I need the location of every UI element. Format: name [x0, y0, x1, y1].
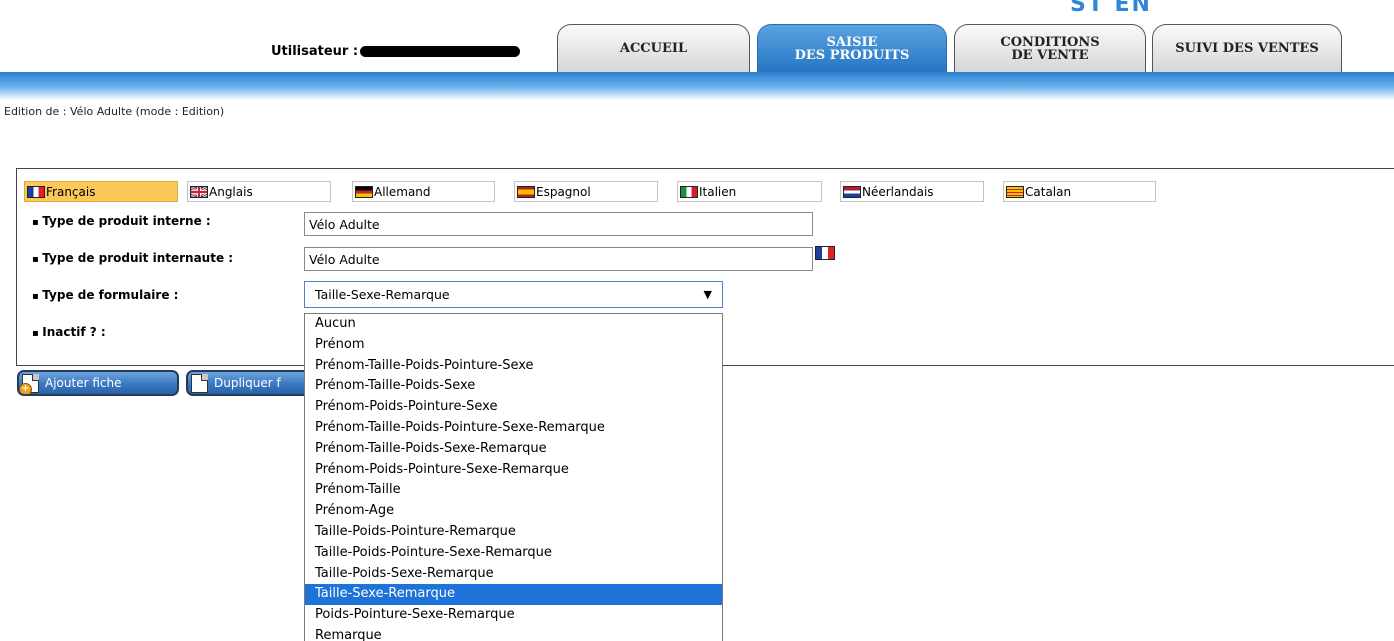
tab-suivi-ventes[interactable]: SUIVI DES VENTES	[1152, 24, 1342, 72]
lang-tab-anglais[interactable]: Anglais	[187, 181, 331, 202]
dropdown-option[interactable]: Prénom-Taille	[305, 480, 722, 501]
dropdown-option[interactable]: Taille-Sexe-Remarque	[305, 584, 722, 606]
duplicate-document-icon	[191, 374, 208, 393]
fr-flag-icon	[27, 185, 45, 198]
dropdown-option[interactable]: Prénom-Taille-Poids-Pointure-Sexe-Remarq…	[305, 418, 722, 439]
dropdown-arrow-icon: ▼	[703, 288, 712, 301]
dropdown-option[interactable]: Prénom-Taille-Poids-Pointure-Sexe	[305, 356, 722, 377]
breadcrumb: Edition de : Vélo Adulte (mode : Edition…	[4, 105, 225, 118]
lang-tab-espagnol[interactable]: Espagnol	[514, 181, 658, 202]
dropdown-option[interactable]: Poids-Pointure-Sexe-Remarque	[305, 605, 722, 626]
tab-saisie-produits[interactable]: SAISIE DES PRODUITS	[757, 24, 947, 72]
inactif-label: Inactif ? :	[32, 325, 105, 339]
lang-tab-neerlandais[interactable]: Néerlandais	[840, 181, 984, 202]
type-formulaire-options[interactable]: Aucun Prénom Prénom-Taille-Poids-Pointure-…	[304, 313, 723, 641]
dropdown-option[interactable]: Prénom-Age	[305, 501, 722, 522]
tab-accueil[interactable]: ACCUEIL	[557, 24, 750, 72]
fr-flag-icon	[815, 246, 835, 260]
es-flag-icon	[517, 185, 535, 198]
type-formulaire-selected: Taille-Sexe-Remarque	[315, 287, 450, 302]
catalan-flag-icon	[1006, 185, 1024, 198]
nl-flag-icon	[843, 185, 861, 198]
dropdown-option[interactable]: Prénom-Poids-Pointure-Sexe	[305, 397, 722, 418]
it-flag-icon	[680, 185, 698, 198]
redacted-username	[360, 46, 521, 57]
dropdown-option[interactable]: Prénom-Poids-Pointure-Sexe-Remarque	[305, 460, 722, 481]
dropdown-option[interactable]: Taille-Poids-Pointure-Remarque	[305, 522, 722, 543]
user-info: Utilisateur :	[271, 44, 521, 59]
logo-fragment: ST EN	[1070, 0, 1152, 17]
dropdown-option[interactable]: Aucun	[305, 314, 722, 335]
dupliquer-fiche-button[interactable]: Dupliquer f	[186, 370, 316, 396]
header-band	[0, 72, 1394, 100]
add-document-icon: +	[19, 374, 39, 394]
type-internaute-label: Type de produit internaute :	[32, 251, 233, 265]
dropdown-option[interactable]: Taille-Poids-Sexe-Remarque	[305, 564, 722, 585]
dropdown-option[interactable]: Prénom-Taille-Poids-Sexe	[305, 376, 722, 397]
lang-tab-catalan[interactable]: Catalan	[1003, 181, 1156, 202]
de-flag-icon	[355, 185, 373, 198]
type-interne-label: Type de produit interne :	[32, 214, 210, 228]
tab-conditions-vente[interactable]: CONDITIONS DE VENTE	[954, 24, 1146, 72]
uk-flag-icon	[190, 185, 208, 198]
dropdown-option[interactable]: Prénom-Taille-Poids-Sexe-Remarque	[305, 439, 722, 460]
lang-tab-italien[interactable]: Italien	[677, 181, 822, 202]
lang-tab-francais[interactable]: Français	[24, 181, 178, 202]
dropdown-option[interactable]: Taille-Poids-Pointure-Sexe-Remarque	[305, 543, 722, 564]
type-internaute-input[interactable]	[304, 247, 813, 271]
type-interne-input[interactable]	[304, 212, 813, 236]
dropdown-option[interactable]: Remarque	[305, 626, 722, 641]
type-formulaire-select[interactable]: Taille-Sexe-Remarque ▼	[304, 281, 723, 308]
user-label: Utilisateur :	[271, 44, 359, 59]
ajouter-fiche-button[interactable]: + Ajouter fiche	[17, 370, 179, 396]
lang-tab-allemand[interactable]: Allemand	[352, 181, 495, 202]
dropdown-option[interactable]: Prénom	[305, 335, 722, 356]
type-formulaire-label: Type de formulaire :	[32, 288, 178, 302]
